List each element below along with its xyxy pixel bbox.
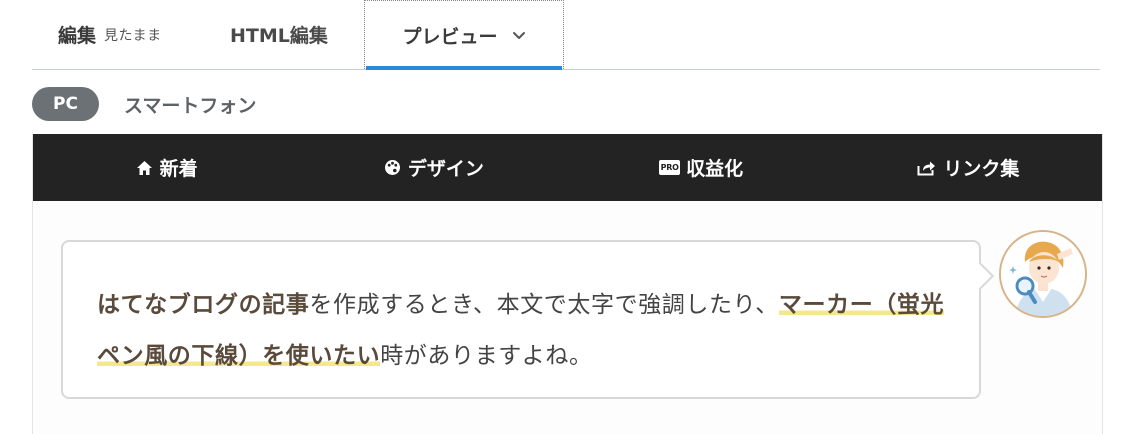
nav-item-design[interactable]: デザイン bbox=[300, 134, 567, 201]
tab-visual-edit-sub: 見たまま bbox=[104, 27, 162, 44]
tab-preview[interactable]: プレビュー bbox=[364, 0, 564, 70]
nav-item-label: 新着 bbox=[159, 158, 198, 180]
speech-balloon: はてなブログの記事を作成するとき、本文で太字で強調したり、マーカー（蛍光ペン風の… bbox=[61, 240, 981, 399]
body-text-end: 時がありますよね。 bbox=[380, 343, 593, 369]
nav-item-label: リンク集 bbox=[943, 158, 1020, 180]
tab-visual-edit[interactable]: 編集 見たまま bbox=[58, 0, 162, 69]
nav-item-new[interactable]: 新着 bbox=[33, 134, 300, 201]
device-smartphone-button[interactable]: スマートフォン bbox=[124, 91, 256, 118]
nav-item-monetize[interactable]: PRO 収益化 bbox=[568, 134, 835, 201]
pro-badge-icon: PRO bbox=[659, 160, 681, 175]
nav-item-label: デザイン bbox=[407, 158, 484, 180]
active-tab-indicator bbox=[366, 66, 562, 70]
preview-frame: 新着 デザイン PRO 収益化 リンク集 はてなブログの記事を作成するとき、本文… bbox=[32, 134, 1103, 434]
device-toggle: PC スマートフォン bbox=[32, 86, 256, 122]
chevron-down-icon[interactable] bbox=[512, 28, 526, 42]
tab-visual-edit-label: 編集 bbox=[58, 25, 97, 47]
editor-tabs: 編集 見たまま HTML編集 プレビュー bbox=[32, 0, 1100, 70]
nav-item-links[interactable]: リンク集 bbox=[835, 134, 1102, 201]
site-nav: 新着 デザイン PRO 収益化 リンク集 bbox=[33, 134, 1102, 201]
tab-html-edit-label: HTML編集 bbox=[230, 25, 328, 47]
home-icon bbox=[136, 160, 152, 175]
bold-text: はてなブログの記事 bbox=[97, 292, 310, 318]
tab-preview-label: プレビュー bbox=[402, 25, 498, 48]
palette-icon bbox=[384, 160, 400, 175]
tab-html-edit[interactable]: HTML編集 bbox=[230, 0, 328, 69]
nav-item-label: 収益化 bbox=[686, 158, 744, 180]
share-icon bbox=[917, 161, 936, 175]
body-text: を作成するとき、本文で太字で強調したり、 bbox=[309, 292, 779, 318]
device-pc-button[interactable]: PC bbox=[32, 87, 99, 121]
avatar bbox=[999, 230, 1087, 318]
avatar-illustration bbox=[1001, 232, 1085, 316]
balloon-text: はてなブログの記事を作成するとき、本文で太字で強調したり、マーカー（蛍光ペン風の… bbox=[97, 280, 967, 382]
